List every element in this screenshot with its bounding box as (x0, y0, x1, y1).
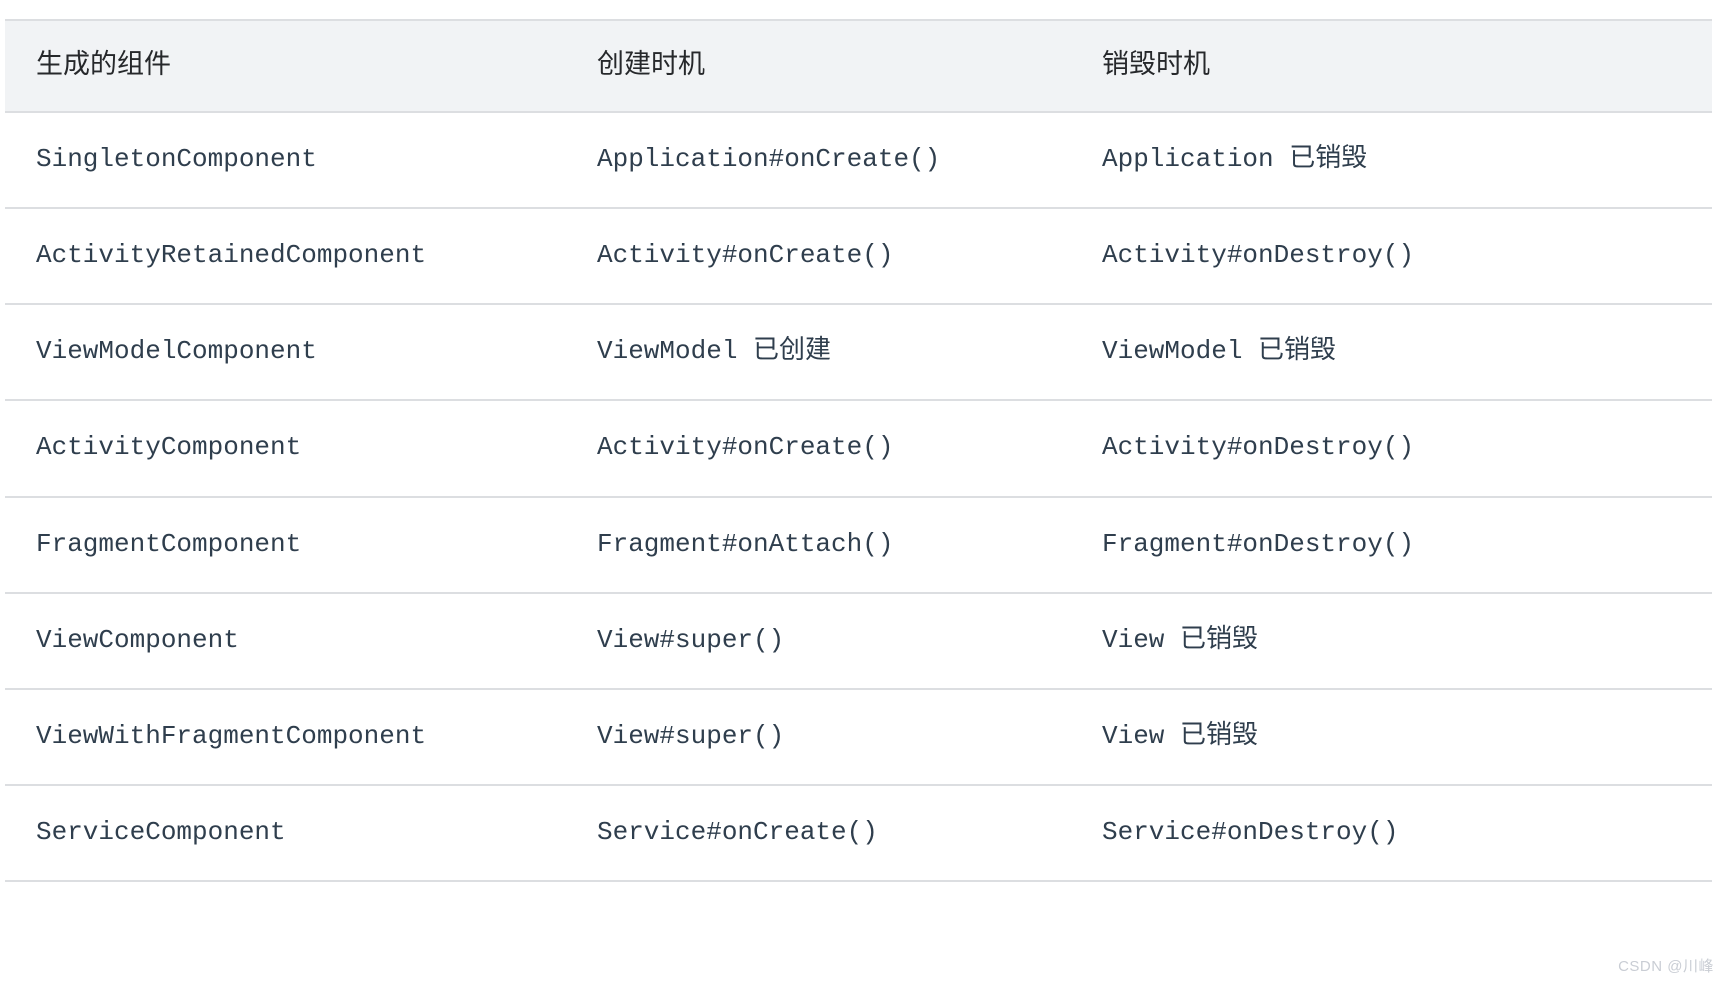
table-header: 生成的组件 创建时机 销毁时机 (5, 19, 1712, 113)
table-row: ViewModelComponent ViewModel 已创建 ViewMod… (5, 304, 1712, 402)
cell-component: FragmentComponent (5, 496, 573, 594)
cell-component: ActivityComponent (5, 400, 573, 498)
cell-created: View#super() (573, 688, 1083, 787)
cell-destroyed: ViewModel 已销毁 (1083, 304, 1712, 402)
cell-created: Activity#onCreate() (573, 207, 1083, 306)
cell-created: ViewModel 已创建 (573, 304, 1083, 402)
cell-component: ViewWithFragmentComponent (5, 688, 573, 787)
column-header-created: 创建时机 (573, 19, 1083, 113)
table-row: ServiceComponent Service#onCreate() Serv… (5, 785, 1712, 883)
table-header-row: 生成的组件 创建时机 销毁时机 (5, 19, 1712, 113)
cell-component: ViewModelComponent (5, 304, 573, 402)
cell-created: Fragment#onAttach() (573, 496, 1083, 594)
table-row: ActivityRetainedComponent Activity#onCre… (5, 207, 1712, 306)
table-row: ViewComponent View#super() View 已销毁 (5, 592, 1712, 690)
component-lifecycle-table: 生成的组件 创建时机 销毁时机 SingletonComponent Appli… (5, 19, 1712, 883)
cell-destroyed: View 已销毁 (1083, 592, 1712, 690)
cell-component: ViewComponent (5, 592, 573, 690)
watermark: CSDN @川峰 (1618, 958, 1714, 975)
cell-created: Activity#onCreate() (573, 400, 1083, 498)
table-row: FragmentComponent Fragment#onAttach() Fr… (5, 496, 1712, 594)
cell-destroyed: Activity#onDestroy() (1083, 207, 1712, 306)
cell-component: ActivityRetainedComponent (5, 207, 573, 306)
component-lifecycle-table-wrapper: 生成的组件 创建时机 销毁时机 SingletonComponent Appli… (5, 19, 1712, 883)
table-row: ActivityComponent Activity#onCreate() Ac… (5, 400, 1712, 498)
cell-component: ServiceComponent (5, 785, 573, 883)
cell-created: Service#onCreate() (573, 785, 1083, 883)
page-root: 生成的组件 创建时机 销毁时机 SingletonComponent Appli… (0, 0, 1727, 988)
cell-destroyed: View 已销毁 (1083, 688, 1712, 787)
cell-created: View#super() (573, 592, 1083, 690)
table-row: SingletonComponent Application#onCreate(… (5, 111, 1712, 209)
cell-component: SingletonComponent (5, 111, 573, 209)
cell-created: Application#onCreate() (573, 111, 1083, 209)
table-row: ViewWithFragmentComponent View#super() V… (5, 688, 1712, 787)
cell-destroyed: Fragment#onDestroy() (1083, 496, 1712, 594)
column-header-component: 生成的组件 (5, 19, 573, 113)
column-header-destroyed: 销毁时机 (1083, 19, 1712, 113)
cell-destroyed: Activity#onDestroy() (1083, 400, 1712, 498)
cell-destroyed: Application 已销毁 (1083, 111, 1712, 209)
table-body: SingletonComponent Application#onCreate(… (5, 111, 1712, 883)
cell-destroyed: Service#onDestroy() (1083, 785, 1712, 883)
